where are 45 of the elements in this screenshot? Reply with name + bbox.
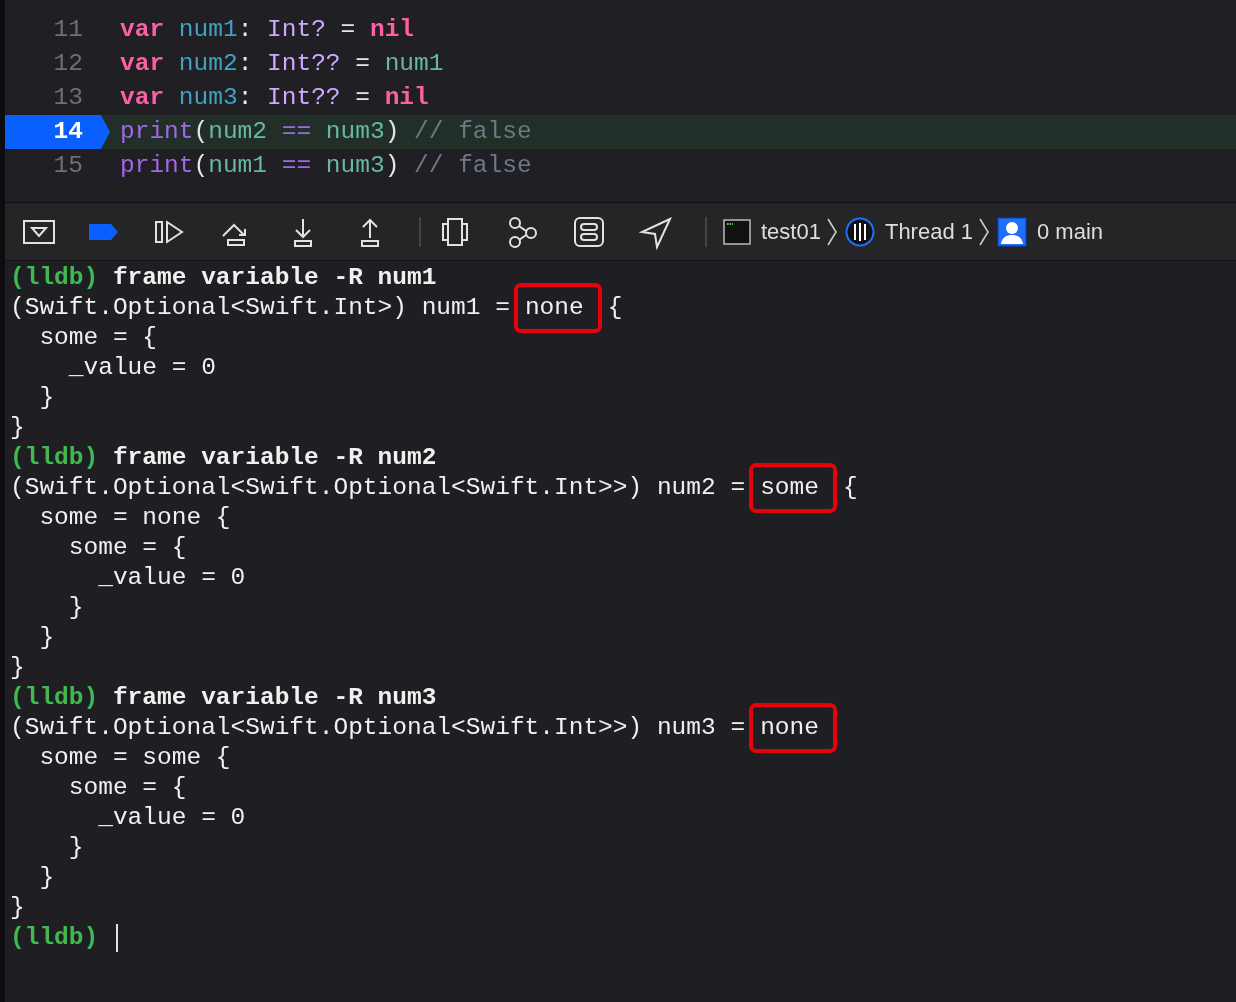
console-output: { [842, 473, 858, 503]
console-output: (Swift.Optional<Swift.Optional<Swift.Int>>) num3 = [10, 713, 746, 743]
highlight-box: some [749, 463, 837, 513]
console-output: _value = 0 [67, 353, 216, 383]
highlight-box: none [749, 703, 837, 753]
line-number: 12 [52, 48, 84, 79]
chevron-icon [826, 216, 837, 247]
console-output: some = none { [38, 503, 231, 533]
console-output: some = { [67, 773, 187, 803]
console-output: _value = 0 [97, 803, 246, 833]
terminal-icon [723, 218, 751, 245]
console-output: some = { [67, 533, 187, 563]
console-output: (Swift.Optional<Swift.Int>) num1 = [10, 293, 510, 323]
code-line: print(num2 == num3) // false [119, 116, 532, 147]
line-number: 15 [52, 150, 84, 181]
console-output: } [10, 653, 25, 683]
console-command: (lldb) frame variable -R num1 [10, 263, 437, 293]
code-line: print(num1 == num3) // false [119, 150, 532, 181]
console-output: } [38, 863, 55, 893]
line-number: 13 [52, 82, 84, 113]
line-number: 11 [52, 14, 84, 45]
console-command: (lldb) frame variable -R num2 [10, 443, 437, 473]
console-output: } [67, 833, 84, 863]
person-icon [997, 216, 1027, 247]
console-output: } [38, 383, 55, 413]
frame-label[interactable]: 0 main [1037, 215, 1104, 248]
code-line: var num2: Int?? = num1 [119, 48, 444, 79]
target-label[interactable]: test01 [761, 215, 821, 248]
console-output: } [10, 413, 25, 443]
console-output: (Swift.Optional<Swift.Optional<Swift.Int>>) num2 = [10, 473, 746, 503]
thread-icon [844, 216, 875, 247]
highlight-box: none [513, 283, 602, 333]
console-output: _value = 0 [97, 563, 246, 593]
console-output: some = some { [38, 743, 231, 773]
code-line: var num3: Int?? = nil [119, 82, 429, 113]
thread-label[interactable]: Thread 1 [884, 215, 973, 248]
console-output: } [10, 893, 25, 923]
code-line: var num1: Int? = nil [119, 14, 415, 45]
console-output: some = { [38, 323, 158, 353]
console-command: (lldb) frame variable -R num3 [10, 683, 437, 713]
console-output: } [67, 593, 84, 623]
chevron-icon [979, 216, 989, 247]
console-output: } [38, 623, 55, 653]
console-command: (lldb) [10, 923, 99, 953]
console-output: { [607, 293, 623, 323]
